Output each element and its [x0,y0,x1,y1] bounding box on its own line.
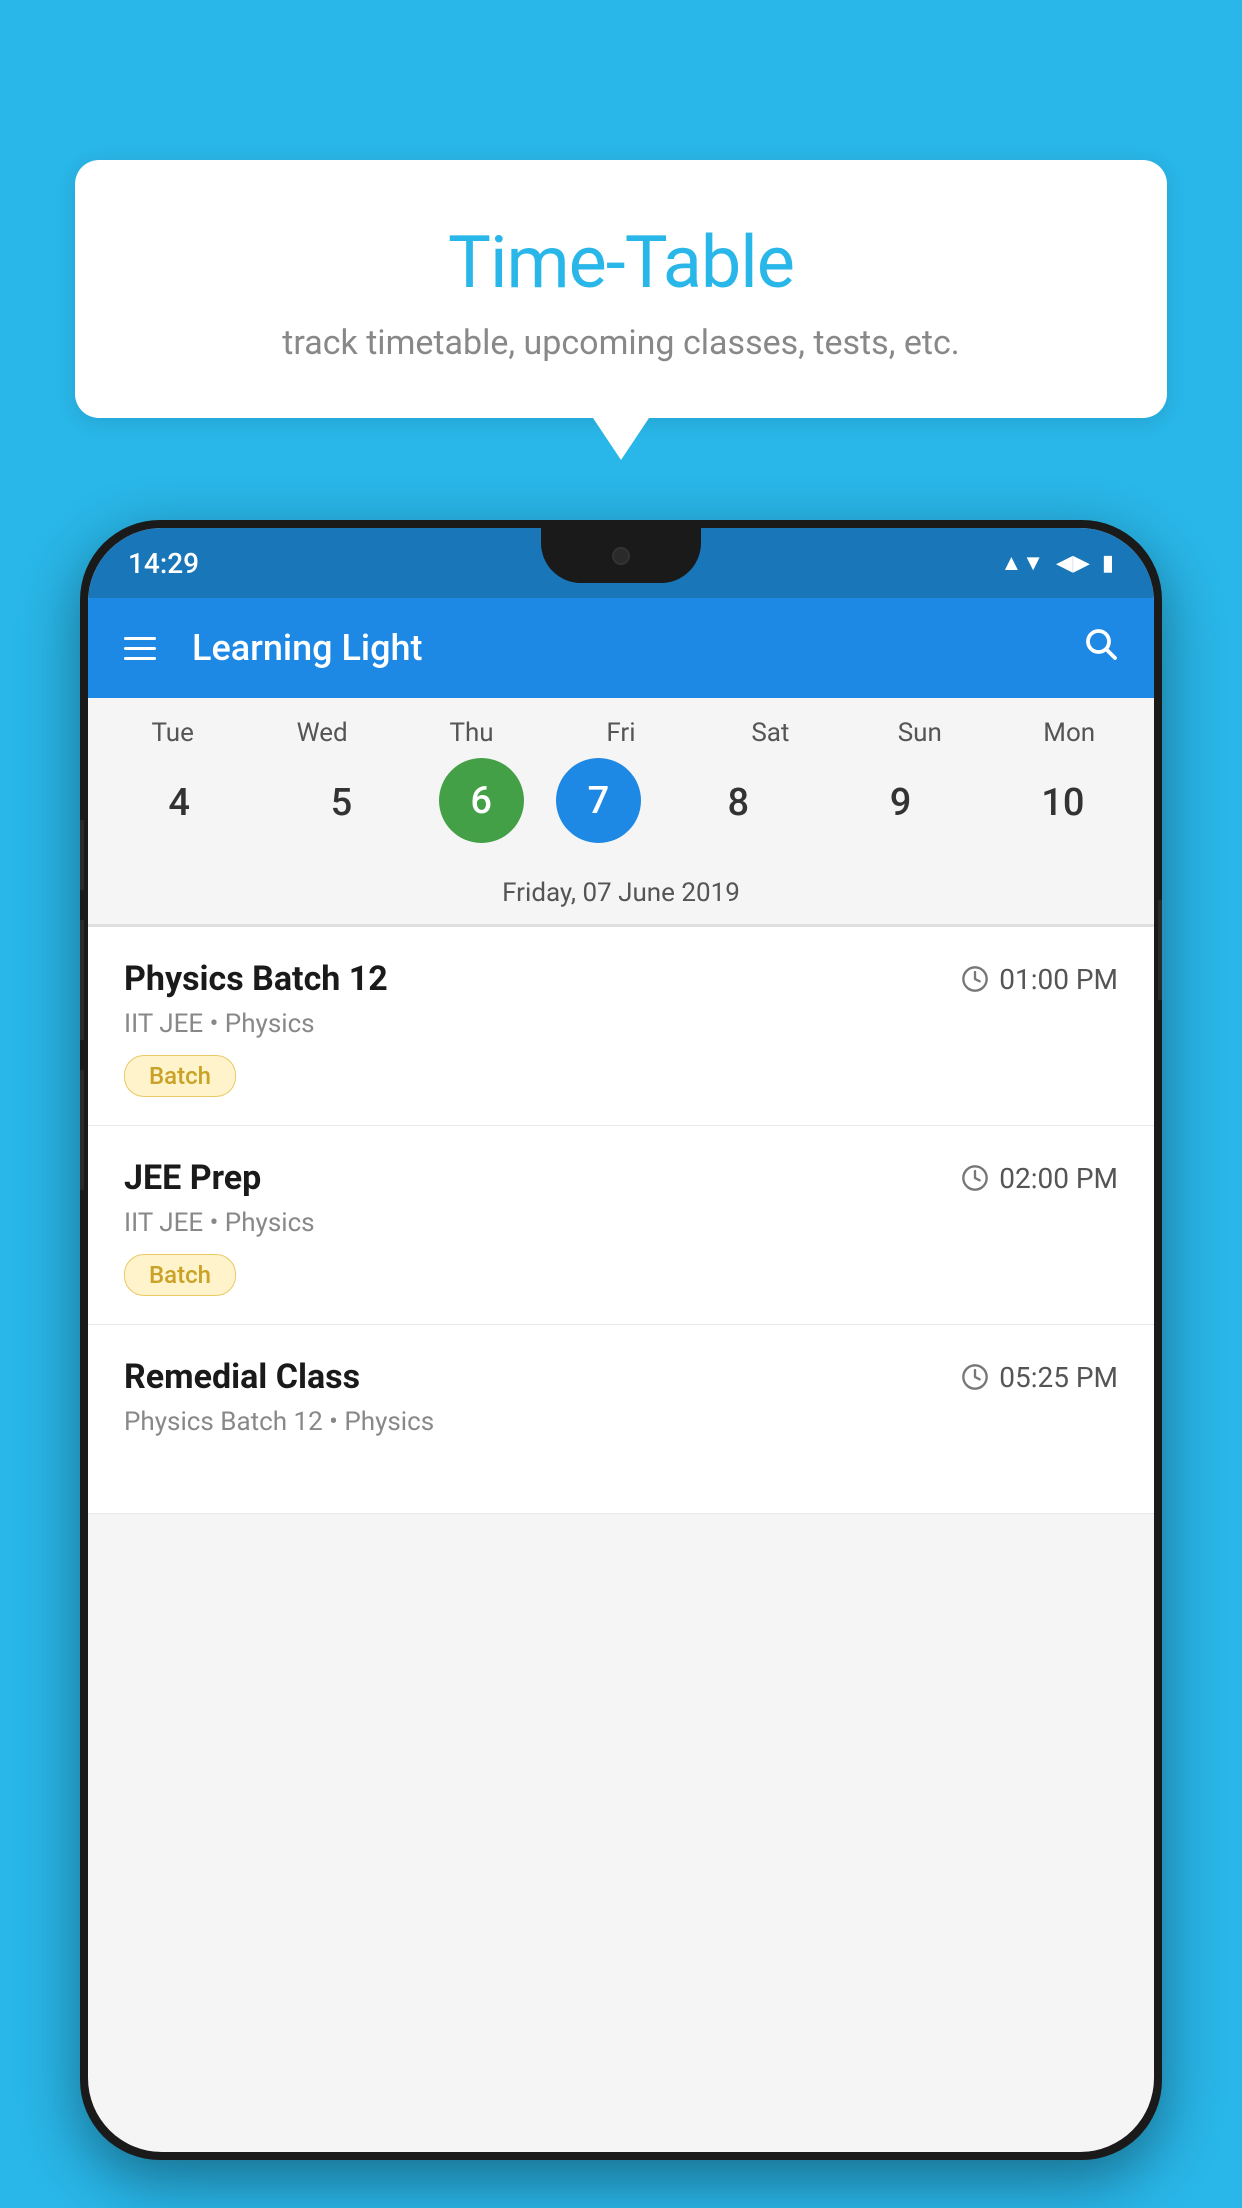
class-time-2: 02:00 PM [961,1162,1118,1195]
volume-up-button [80,920,84,1040]
day-6-today[interactable]: 6 [439,758,524,843]
class-meta-1: IIT JEE • Physics [124,1009,1118,1039]
signal-icon: ◀▶ [1056,551,1090,576]
app-title: Learning Light [192,627,1082,669]
calendar-strip: Tue Wed Thu Fri Sat Sun Mon 4 5 6 7 8 9 … [88,698,1154,924]
class-time-3: 05:25 PM [961,1361,1118,1394]
menu-button[interactable] [124,637,156,660]
day-labels: Tue Wed Thu Fri Sat Sun Mon [88,718,1154,758]
status-bar: 14:29 ▲▼ ◀▶ ▮ [88,528,1154,598]
class-meta-2: IIT JEE • Physics [124,1208,1118,1238]
day-label-sat: Sat [705,718,835,748]
class-name-2: JEE Prep [124,1158,261,1198]
day-label-mon: Mon [1004,718,1134,748]
search-button[interactable] [1082,625,1118,671]
power-button [1158,900,1162,1000]
clock-icon-1 [961,965,989,993]
day-label-tue: Tue [108,718,238,748]
day-label-thu: Thu [407,718,537,748]
day-9[interactable]: 9 [836,758,966,848]
bubble-subtitle: track timetable, upcoming classes, tests… [125,323,1117,363]
wifi-icon: ▲▼ [1000,550,1044,576]
day-4[interactable]: 4 [114,758,244,848]
battery-icon: ▮ [1102,551,1114,576]
phone-frame: 14:29 ▲▼ ◀▶ ▮ Learning Light [80,520,1162,2160]
speech-bubble: Time-Table track timetable, upcoming cla… [75,160,1167,418]
day-numbers: 4 5 6 7 8 9 10 [88,758,1154,868]
batch-badge-2: Batch [124,1254,236,1296]
class-item-3[interactable]: Remedial Class 05:25 PM Physics Batch 12… [88,1325,1154,1514]
day-label-sun: Sun [855,718,985,748]
class-name-1: Physics Batch 12 [124,959,388,999]
day-label-fri: Fri [556,718,686,748]
clock-icon-3 [961,1363,989,1391]
status-icons: ▲▼ ◀▶ ▮ [1000,550,1114,576]
day-7-selected[interactable]: 7 [556,758,641,843]
selected-date-label: Friday, 07 June 2019 [88,868,1154,924]
day-8[interactable]: 8 [673,758,803,848]
status-time: 14:29 [128,547,199,580]
class-time-1: 01:00 PM [961,963,1118,996]
day-label-wed: Wed [257,718,387,748]
class-item-2[interactable]: JEE Prep 02:00 PM IIT JEE • Physics Batc… [88,1126,1154,1325]
volume-down-button [80,1070,84,1190]
clock-icon-2 [961,1164,989,1192]
class-list: Physics Batch 12 01:00 PM IIT JEE • Phys… [88,927,1154,1514]
class-meta-3: Physics Batch 12 • Physics [124,1407,1118,1437]
camera [612,547,630,565]
batch-badge-1: Batch [124,1055,236,1097]
notch [541,528,701,583]
mute-button [80,820,84,890]
bubble-title: Time-Table [125,220,1117,305]
class-name-3: Remedial Class [124,1357,360,1397]
class-item-1[interactable]: Physics Batch 12 01:00 PM IIT JEE • Phys… [88,927,1154,1126]
day-10[interactable]: 10 [998,758,1128,848]
phone-screen: 14:29 ▲▼ ◀▶ ▮ Learning Light [88,528,1154,2152]
day-5[interactable]: 5 [276,758,406,848]
app-toolbar: Learning Light [88,598,1154,698]
